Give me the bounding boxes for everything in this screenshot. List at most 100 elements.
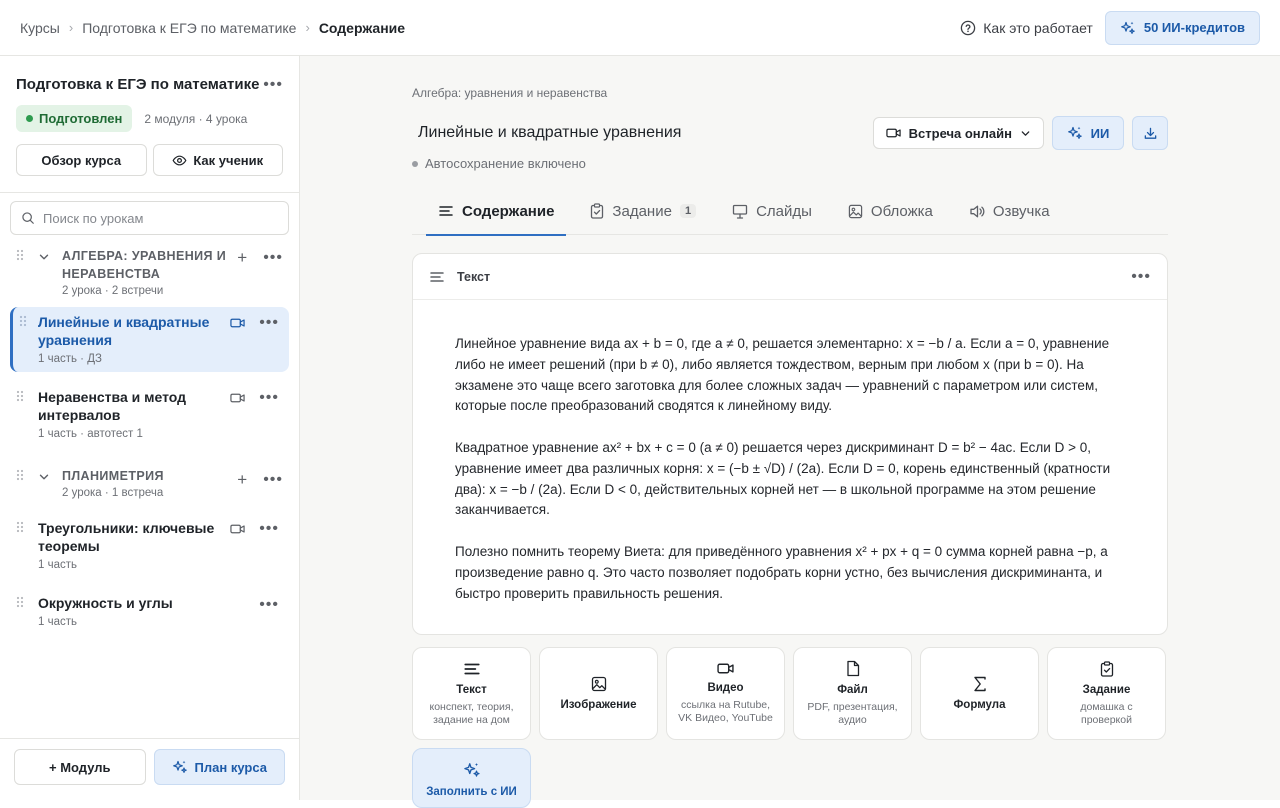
course-more-icon[interactable]: ••• bbox=[263, 76, 283, 93]
tab-label: Слайды bbox=[756, 202, 812, 220]
sidebar-lesson-circle[interactable]: Окружность и углы 1 часть ••• bbox=[10, 588, 289, 635]
lesson-title-field[interactable]: Линейные и квадратные уравнения bbox=[412, 124, 681, 142]
status-dot bbox=[26, 115, 33, 122]
breadcrumb-courses[interactable]: Курсы bbox=[20, 20, 60, 36]
speaker-icon bbox=[970, 205, 985, 217]
block-title: Задание bbox=[1082, 683, 1131, 696]
lesson-more-icon[interactable]: ••• bbox=[259, 521, 279, 537]
add-text-block-button[interactable]: Текст конспект, теория, задание на дом bbox=[412, 647, 531, 741]
sparkles-icon bbox=[172, 760, 187, 773]
lesson-more-icon[interactable]: ••• bbox=[259, 597, 279, 613]
how-it-works-link[interactable]: Как это работает bbox=[960, 20, 1093, 36]
module-title: ПЛАНИМЕТРИЯ bbox=[62, 469, 164, 483]
add-formula-block-button[interactable]: Формула bbox=[920, 647, 1039, 741]
breadcrumb-course[interactable]: Подготовка к ЕГЭ по математике bbox=[82, 20, 296, 36]
module-name: Алгебра: уравнения и неравенства bbox=[412, 86, 608, 100]
block-subtitle: конспект, теория, задание на дом bbox=[429, 700, 514, 726]
block-title: Формула bbox=[953, 699, 1006, 712]
ai-button[interactable]: ИИ bbox=[1052, 116, 1124, 150]
tab-label: Озвучка bbox=[992, 202, 1050, 220]
ai-credits-label: 50 ИИ-кредитов bbox=[1143, 20, 1245, 35]
drag-handle-icon[interactable] bbox=[16, 596, 24, 608]
tab-slides[interactable]: Слайды bbox=[726, 187, 818, 235]
text-align-icon bbox=[439, 206, 453, 216]
video-camera-icon bbox=[230, 393, 245, 403]
video-camera-icon bbox=[885, 128, 901, 138]
lesson-search[interactable] bbox=[10, 201, 289, 235]
add-video-block-button[interactable]: Видео ссылка на Rutube, VK Видео, YouTub… bbox=[666, 647, 785, 741]
course-overview-label: Обзор курса bbox=[41, 152, 122, 168]
online-meeting-label: Встреча онлайн bbox=[908, 125, 1012, 141]
add-file-block-button[interactable]: Файл PDF, презентация, аудио bbox=[793, 647, 912, 741]
add-assignment-block-button[interactable]: Задание домашка с проверкой bbox=[1047, 647, 1166, 741]
course-stats: 2 модуля · 4 урока bbox=[144, 111, 248, 126]
ai-credits-button[interactable]: 50 ИИ-кредитов bbox=[1104, 10, 1260, 45]
module-algebra[interactable]: АЛГЕБРА: УРАВНЕНИЯ И НЕРАВЕНСТВА 2 урока… bbox=[0, 243, 299, 303]
block-type-label: Текст bbox=[457, 269, 491, 284]
tab-voiceover[interactable]: Озвучка bbox=[963, 187, 1056, 235]
eye-icon bbox=[172, 155, 187, 165]
block-title: Изображение bbox=[560, 699, 637, 712]
text-align-icon[interactable] bbox=[429, 270, 445, 284]
sidebar-lesson-triangles[interactable]: Треугольники: ключевые теоремы 1 часть •… bbox=[10, 513, 289, 578]
lesson-more-icon[interactable]: ••• bbox=[259, 315, 279, 331]
module-more-icon[interactable]: ••• bbox=[263, 471, 283, 488]
lesson-more-icon[interactable]: ••• bbox=[259, 390, 279, 406]
add-lesson-icon[interactable]: + bbox=[237, 249, 247, 266]
add-image-block-button[interactable]: Изображение bbox=[539, 647, 658, 741]
video-camera-icon bbox=[230, 318, 245, 328]
sidebar-lesson-linear-quadratic[interactable]: Линейные и квадратные уравнения 1 часть … bbox=[10, 307, 289, 372]
tab-assignment[interactable]: Задание 1 bbox=[584, 187, 702, 235]
add-lesson-icon[interactable]: + bbox=[237, 471, 247, 488]
tab-label: Задание bbox=[612, 202, 672, 220]
sparkles-icon bbox=[463, 763, 480, 778]
how-it-works-label: Как это работает bbox=[983, 19, 1093, 36]
course-plan-button[interactable]: План курса bbox=[153, 749, 285, 785]
status-badge: Подготовлен bbox=[16, 105, 133, 132]
chevron-down-icon[interactable] bbox=[38, 471, 50, 483]
sparkles-icon bbox=[1067, 126, 1082, 139]
view-as-student-button[interactable]: Как ученик bbox=[152, 144, 283, 176]
top-bar: Курсы › Подготовка к ЕГЭ по математике ›… bbox=[0, 0, 1280, 56]
tab-cover[interactable]: Обложка bbox=[842, 187, 939, 235]
add-block-palette: Текст конспект, теория, задание на дом И… bbox=[412, 647, 1168, 808]
clipboard-icon bbox=[1100, 661, 1113, 677]
download-icon bbox=[1144, 127, 1156, 139]
video-camera-icon bbox=[230, 524, 245, 534]
add-module-label: + Модуль bbox=[48, 759, 111, 775]
course-tree: АЛГЕБРА: УРАВНЕНИЯ И НЕРАВЕНСТВА 2 урока… bbox=[0, 243, 299, 635]
breadcrumb-current: Содержание bbox=[318, 19, 406, 36]
download-button[interactable] bbox=[1132, 116, 1168, 150]
sparkles-icon bbox=[1120, 21, 1135, 34]
module-planimetry[interactable]: ПЛАНИМЕТРИЯ 2 урока · 1 встреча + ••• bbox=[0, 463, 299, 505]
lesson-search-input[interactable] bbox=[43, 210, 263, 226]
autosave-dot bbox=[412, 160, 418, 167]
text-block-card[interactable]: Текст ••• Линейное уравнение вида ax + b… bbox=[412, 253, 1168, 636]
sidebar-lesson-inequalities[interactable]: Неравенства и метод интервалов 1 часть ·… bbox=[10, 382, 289, 447]
block-subtitle: ссылка на Rutube, VK Видео, YouTube bbox=[678, 699, 773, 725]
tab-label: Обложка bbox=[870, 202, 933, 220]
text-block-editor[interactable]: Линейное уравнение вида ax + b = 0, где … bbox=[413, 300, 1167, 634]
online-meeting-dropdown[interactable]: Встреча онлайн bbox=[872, 117, 1044, 149]
sidebar-footer: + Модуль План курса bbox=[0, 738, 299, 800]
lesson-meta: 1 часть · автотест 1 bbox=[38, 428, 143, 440]
breadcrumb-separator: › bbox=[305, 20, 310, 35]
chevron-down-icon bbox=[1021, 130, 1030, 136]
ai-fill-button[interactable]: Заполнить с ИИ bbox=[412, 748, 531, 808]
lesson-editor: Алгебра: уравнения и неравенства Линейны… bbox=[300, 56, 1280, 808]
chevron-down-icon[interactable] bbox=[38, 251, 50, 263]
course-plan-label: План курса bbox=[194, 759, 267, 775]
drag-handle-icon[interactable] bbox=[16, 249, 24, 261]
drag-handle-icon[interactable] bbox=[16, 469, 24, 481]
tab-content[interactable]: Содержание bbox=[425, 187, 567, 236]
module-more-icon[interactable]: ••• bbox=[263, 249, 283, 266]
paragraph: Квадратное уравнение ax² + bx + c = 0 (a… bbox=[455, 439, 1111, 518]
drag-handle-icon[interactable] bbox=[16, 521, 24, 533]
course-overview-button[interactable]: Обзор курса bbox=[16, 144, 147, 176]
block-more-icon[interactable]: ••• bbox=[1131, 268, 1151, 285]
lesson-title: Неравенства и метод интервалов bbox=[38, 389, 187, 423]
add-module-button[interactable]: + Модуль bbox=[14, 749, 146, 785]
drag-handle-icon[interactable] bbox=[19, 315, 27, 327]
drag-handle-icon[interactable] bbox=[16, 390, 24, 402]
search-icon bbox=[22, 212, 34, 224]
